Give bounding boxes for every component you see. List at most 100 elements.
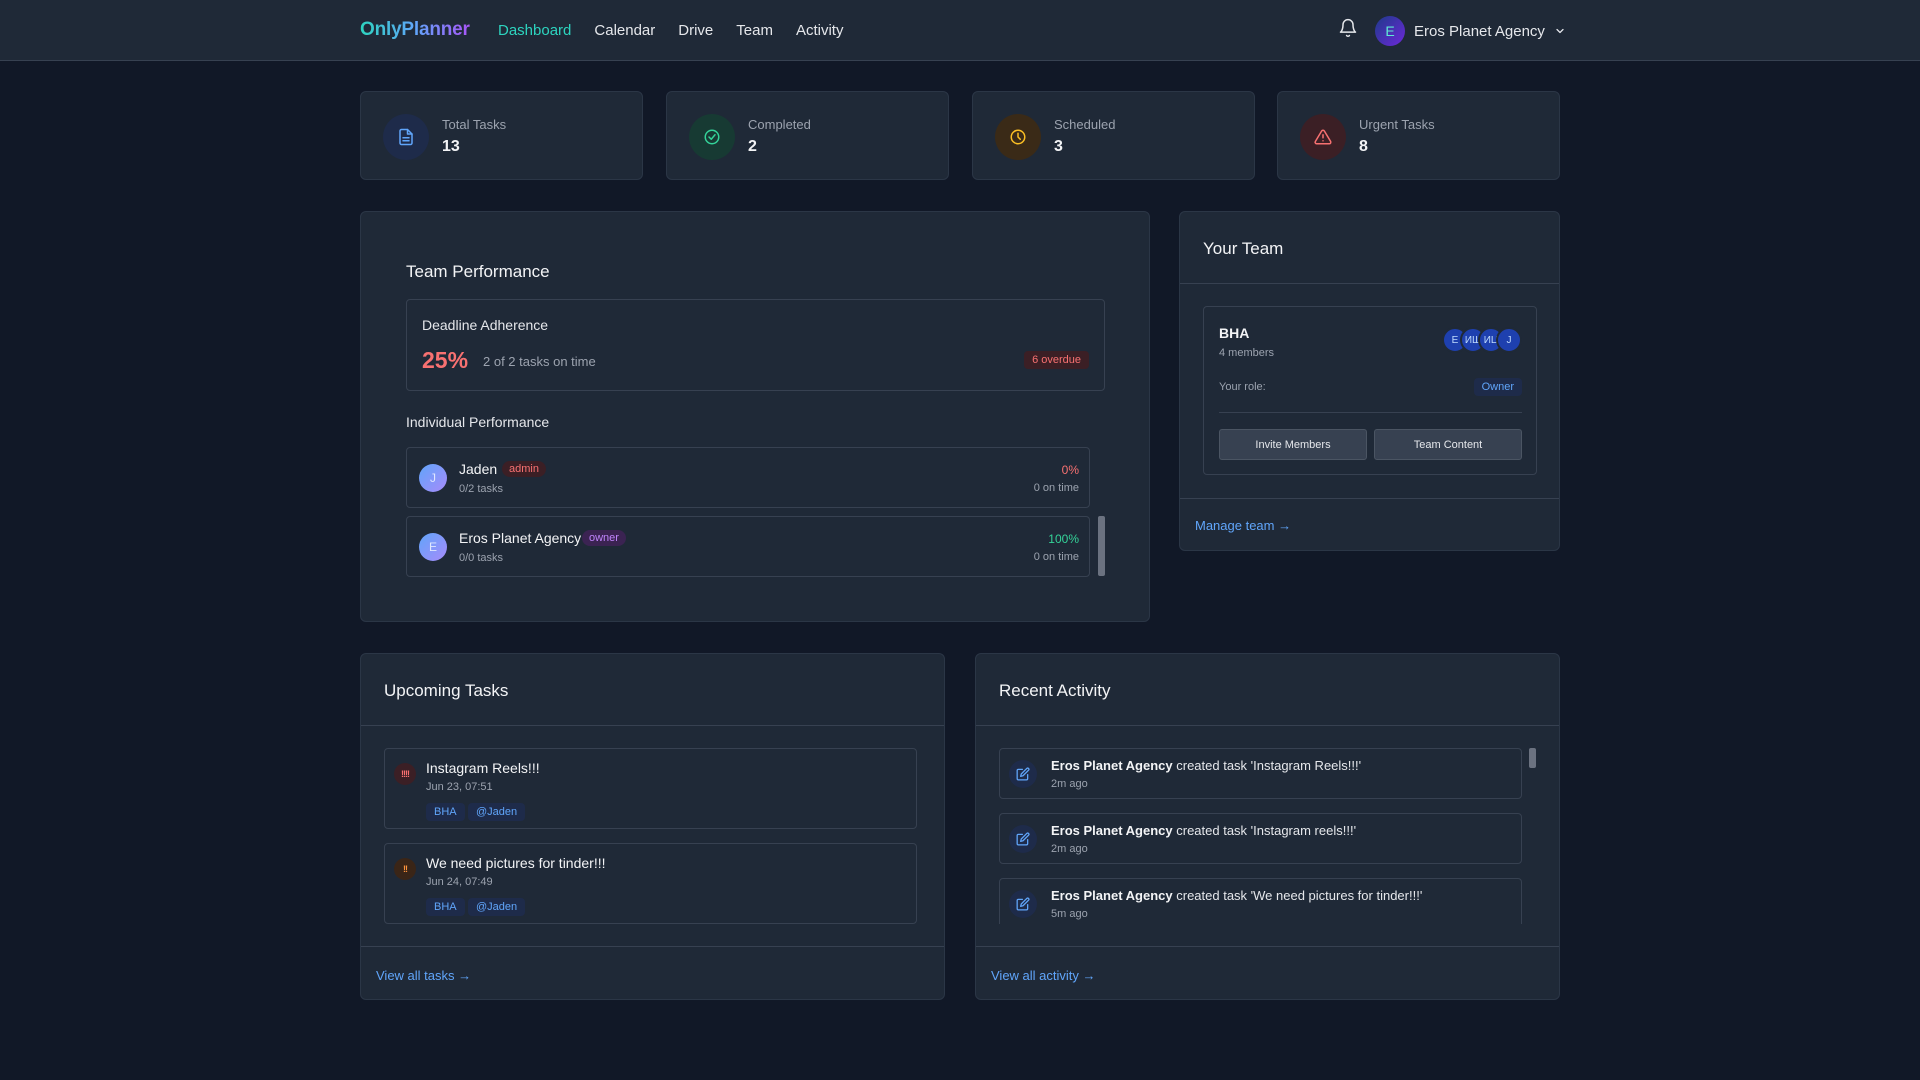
member-row-eros-planet-agency[interactable]: E Eros Planet Agency owner 0/0 tasks 100… xyxy=(406,516,1090,577)
stat-card-urgent-tasks: Urgent Tasks 8 xyxy=(1277,91,1560,180)
divider xyxy=(1180,283,1559,284)
activity-text: Eros Planet Agency created task 'We need… xyxy=(1051,888,1422,903)
task-title: Instagram Reels!!! xyxy=(426,760,540,776)
avatar: J xyxy=(419,464,447,492)
assignee-tag: @Jaden xyxy=(468,803,526,821)
activity-actor: Eros Planet Agency xyxy=(1051,888,1173,903)
stat-label: Scheduled xyxy=(1054,117,1116,132)
stat-card-scheduled: Scheduled 3 xyxy=(972,91,1255,180)
upcoming-tasks-card: Upcoming Tasks !!!! Instagram Reels!!! J… xyxy=(360,653,945,1000)
bell-icon[interactable] xyxy=(1338,17,1358,39)
priority-icon: !!!! xyxy=(394,763,416,785)
nav-drive[interactable]: Drive xyxy=(678,22,713,39)
scrollbar-thumb[interactable] xyxy=(1098,516,1105,576)
section-title: Upcoming Tasks xyxy=(384,681,509,700)
nav-activity[interactable]: Activity xyxy=(796,22,844,39)
invite-members-button[interactable]: Invite Members xyxy=(1219,429,1367,460)
team-members-count: 4 members xyxy=(1219,347,1275,359)
activity-item[interactable]: Eros Planet Agency created task 'Instagr… xyxy=(999,813,1522,864)
member-name: Jaden xyxy=(459,461,498,477)
chevron-down-icon xyxy=(1556,28,1564,34)
team-name: BHA xyxy=(1219,325,1250,341)
top-navbar: OnlyPlanner Dashboard Calendar Drive Tea… xyxy=(0,0,1920,61)
activity-text: Eros Planet Agency created task 'Instagr… xyxy=(1051,823,1356,838)
member-percent: 0% xyxy=(1061,463,1079,477)
recent-activity-card: Recent Activity Eros Planet Agency creat… xyxy=(975,653,1560,1000)
scrollbar-thumb[interactable] xyxy=(1529,748,1536,768)
section-title: Team Performance xyxy=(406,262,550,281)
overdue-badge: 6 overdue xyxy=(1024,351,1089,369)
nav-team[interactable]: Team xyxy=(736,22,773,39)
activity-action: created task 'Instagram reels!!!' xyxy=(1172,823,1357,838)
manage-team-link[interactable]: Manage team → xyxy=(1195,518,1291,533)
stat-value: 8 xyxy=(1359,138,1368,155)
deadline-adherence-box: Deadline Adherence 25% 2 of 2 tasks on t… xyxy=(406,299,1105,391)
divider xyxy=(976,946,1559,947)
view-all-tasks-link[interactable]: View all tasks → xyxy=(376,968,471,983)
member-tasks: 0/2 tasks xyxy=(459,483,504,495)
your-team-card: Your Team BHA 4 members E ИШ ИЦ J Your r… xyxy=(1179,211,1560,551)
activity-actor: Eros Planet Agency xyxy=(1051,823,1173,838)
nav-dashboard[interactable]: Dashboard xyxy=(498,22,571,39)
nav-calendar[interactable]: Calendar xyxy=(594,22,655,39)
individual-performance-title: Individual Performance xyxy=(406,414,550,430)
activity-time: 2m ago xyxy=(1051,843,1088,855)
document-icon xyxy=(383,114,429,160)
main-nav: Dashboard Calendar Drive Team Activity xyxy=(498,22,843,39)
activity-item[interactable]: Eros Planet Agency created task 'We need… xyxy=(999,878,1522,924)
role-badge: Owner xyxy=(1473,378,1522,396)
warning-icon xyxy=(1300,114,1346,160)
activity-time: 2m ago xyxy=(1051,778,1088,790)
team-tag: BHA xyxy=(426,803,465,821)
role-badge: owner xyxy=(582,530,626,546)
role-label: Your role: xyxy=(1219,381,1266,393)
avatar: E xyxy=(1375,16,1405,46)
deadline-percent: 25% xyxy=(422,347,469,373)
divider xyxy=(361,946,944,947)
team-tag: BHA xyxy=(426,898,465,916)
stat-value: 13 xyxy=(442,138,460,155)
member-row-jaden[interactable]: J Jaden admin 0/2 tasks 0% 0 on time xyxy=(406,447,1090,508)
activity-action: created task 'We need pictures for tinde… xyxy=(1172,888,1423,903)
member-name: Eros Planet Agency xyxy=(459,530,582,546)
activity-action: created task 'Instagram Reels!!!' xyxy=(1172,758,1362,773)
check-circle-icon xyxy=(689,114,735,160)
task-item[interactable]: !!!! Instagram Reels!!! Jun 23, 07:51 BH… xyxy=(384,748,917,829)
assignee-tag: @Jaden xyxy=(468,898,526,916)
deadline-title: Deadline Adherence xyxy=(422,317,549,333)
task-item[interactable]: !! We need pictures for tinder!!! Jun 24… xyxy=(384,843,917,924)
avatar: J xyxy=(1496,327,1522,353)
activity-list: Eros Planet Agency created task 'Instagr… xyxy=(999,748,1532,924)
stat-label: Completed xyxy=(748,117,811,132)
section-title: Your Team xyxy=(1203,239,1284,258)
stat-card-total-tasks: Total Tasks 13 xyxy=(360,91,643,180)
user-menu[interactable]: E Eros Planet Agency xyxy=(1375,15,1566,47)
edit-icon xyxy=(1009,760,1037,788)
role-badge: admin xyxy=(502,461,546,477)
divider xyxy=(1219,412,1522,413)
user-name: Eros Planet Agency xyxy=(1414,22,1545,40)
activity-text: Eros Planet Agency created task 'Instagr… xyxy=(1051,758,1361,773)
team-avatar-stack: E ИШ ИЦ J xyxy=(1442,327,1522,353)
divider xyxy=(361,725,944,726)
priority-icon: !! xyxy=(394,858,416,880)
divider xyxy=(1180,498,1559,499)
member-on-time: 0 on time xyxy=(1033,482,1079,494)
stat-label: Urgent Tasks xyxy=(1359,117,1435,132)
clock-icon xyxy=(995,114,1041,160)
app-logo[interactable]: OnlyPlanner xyxy=(360,19,470,41)
team-content-button[interactable]: Team Content xyxy=(1374,429,1522,460)
view-all-activity-link[interactable]: View all activity → xyxy=(991,968,1096,983)
member-tasks: 0/0 tasks xyxy=(459,552,504,564)
task-date: Jun 23, 07:51 xyxy=(426,781,493,793)
activity-item[interactable]: Eros Planet Agency created task 'Instagr… xyxy=(999,748,1522,799)
team-box: BHA 4 members E ИШ ИЦ J Your role: Owner… xyxy=(1203,306,1537,475)
stat-card-completed: Completed 2 xyxy=(666,91,949,180)
member-percent: 100% xyxy=(1048,532,1079,546)
activity-actor: Eros Planet Agency xyxy=(1051,758,1173,773)
edit-icon xyxy=(1009,825,1037,853)
edit-icon xyxy=(1009,890,1037,918)
task-title: We need pictures for tinder!!! xyxy=(426,855,606,871)
avatar: E xyxy=(419,533,447,561)
task-date: Jun 24, 07:49 xyxy=(426,876,493,888)
